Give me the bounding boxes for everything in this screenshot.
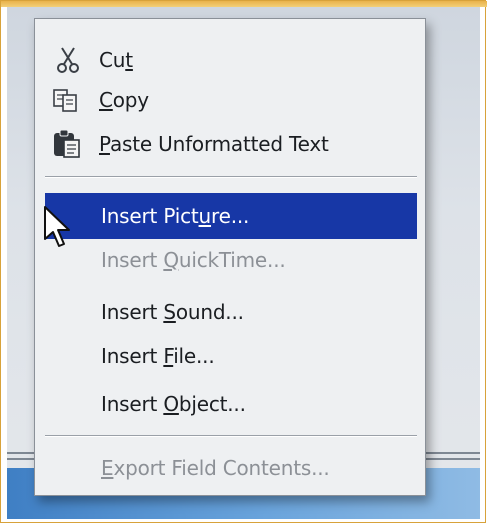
clipboard-icon — [54, 129, 80, 158]
menu-separator — [45, 435, 417, 437]
menu-item-label: Insert Picture... — [101, 204, 250, 228]
menu-item-label: Insert QuickTime... — [101, 248, 286, 272]
menu-item-insert-file[interactable]: Insert File... — [35, 333, 425, 379]
menu-item-label: Copy — [99, 88, 149, 112]
menu-item-insert-picture[interactable]: Insert Picture... — [45, 193, 417, 239]
menu-item-label: Cut — [99, 48, 133, 72]
background-line — [420, 452, 480, 454]
menu-item-paste-unformatted-text[interactable]: Paste Unformatted Text — [35, 121, 425, 167]
menu-item-insert-object[interactable]: Insert Object... — [35, 381, 425, 427]
menu-item-label: Insert File... — [101, 344, 215, 368]
menu-separator — [45, 176, 417, 178]
menu-item-insert-sound[interactable]: Insert Sound... — [35, 289, 425, 335]
background-line — [7, 452, 37, 454]
context-menu: Cut Copy Paste Unformatted Text Insert P… — [34, 18, 426, 496]
copy-icon — [53, 89, 77, 112]
menu-item-copy[interactable]: Copy — [35, 77, 425, 123]
menu-item-label: Paste Unformatted Text — [99, 132, 329, 156]
menu-item-label: Insert Object... — [101, 392, 246, 416]
menu-item-label: Export Field Contents... — [101, 456, 330, 480]
menu-item-export-field-contents[interactable]: Export Field Contents... — [35, 445, 425, 491]
scissors-icon — [57, 47, 79, 73]
arrow-cursor-icon — [44, 206, 70, 247]
menu-item-insert-quicktime[interactable]: Insert QuickTime... — [35, 237, 425, 283]
menu-item-label: Insert Sound... — [101, 300, 244, 324]
background-line — [420, 458, 480, 460]
background-line — [7, 458, 37, 460]
